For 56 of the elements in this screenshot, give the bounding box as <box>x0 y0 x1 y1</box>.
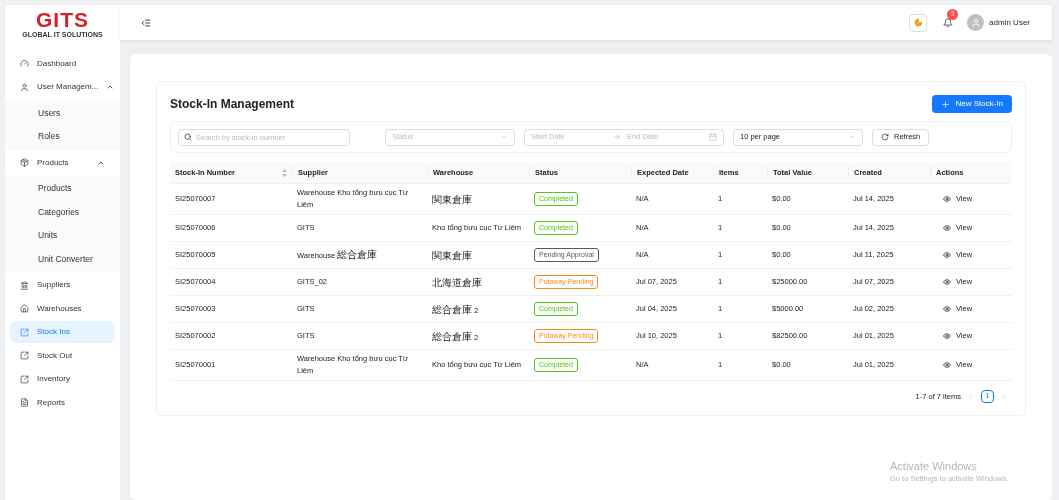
table-cell-text: 北海道倉庫 <box>431 275 483 290</box>
house-icon <box>20 304 29 313</box>
table-cell-text: 関東倉庫 <box>431 248 473 263</box>
new-stock-in-button[interactable]: New Stock-In <box>932 95 1012 113</box>
sidebar-item[interactable]: Reports <box>10 391 115 414</box>
plus-icon <box>941 99 951 109</box>
notification-bell-icon[interactable] <box>943 17 954 28</box>
sidebar-item[interactable]: Stock Out <box>10 344 115 367</box>
document-icon <box>20 398 29 407</box>
table-cell-text: 関東倉庫 <box>431 192 473 207</box>
chevron-down-icon <box>500 133 508 141</box>
previous-page-icon[interactable] <box>967 392 975 401</box>
logo-wordmark: GITS <box>36 9 89 30</box>
person-icon <box>20 82 29 92</box>
sidebar-item[interactable]: Stock Ins <box>10 321 115 343</box>
eye-icon <box>943 195 951 203</box>
sidebar-item[interactable]: Warehouses <box>10 297 115 320</box>
sidebar-subitem[interactable]: Roles <box>5 125 120 148</box>
sidebar-subitem[interactable]: Products <box>5 177 120 200</box>
next-page-icon[interactable] <box>1000 392 1008 401</box>
sidebar-item[interactable]: Inventory <box>10 368 115 390</box>
theme-toggle-button[interactable] <box>909 13 928 32</box>
menu-icon <box>141 17 151 28</box>
arrow-right-icon <box>613 133 621 141</box>
eye-icon <box>943 278 951 286</box>
sidebar-item[interactable]: Dashboard <box>10 52 115 75</box>
eye-icon <box>943 305 951 313</box>
sidebar-subitem[interactable]: Categories <box>5 201 120 223</box>
sidebar-item[interactable]: User Managem... <box>10 76 115 98</box>
edit-box-icon <box>20 351 29 360</box>
chevron-down-icon <box>848 133 856 141</box>
person-icon <box>970 17 981 28</box>
sidebar-item[interactable]: Products <box>10 151 115 174</box>
refresh-icon <box>881 133 889 141</box>
user-avatar[interactable] <box>967 14 985 31</box>
sidebar-subitem[interactable]: Units <box>5 224 120 247</box>
bag-icon <box>20 158 29 167</box>
sidebar-subitem[interactable]: Unit Converter <box>5 248 120 270</box>
sidebar-subitem[interactable]: Users <box>5 102 120 124</box>
eye-icon <box>943 224 951 232</box>
eye-icon <box>943 361 951 369</box>
edit-box-icon <box>20 327 29 337</box>
sidebar-item[interactable]: Suppliers <box>10 274 115 296</box>
eye-icon <box>943 251 951 259</box>
gauge-icon <box>20 59 29 68</box>
sort-icon[interactable] <box>282 168 287 177</box>
calendar-icon <box>709 133 717 141</box>
user-name[interactable]: admin User <box>989 16 1030 29</box>
page-title: Stock-In Management <box>170 96 295 113</box>
moon-icon <box>913 18 923 27</box>
search-icon <box>184 133 192 141</box>
edit-box-icon <box>20 374 29 384</box>
collapse-menu-button[interactable] <box>140 16 152 29</box>
bank-icon <box>20 280 29 290</box>
eye-icon <box>943 332 951 340</box>
activation-notice-title: Activate Windows <box>890 460 978 473</box>
